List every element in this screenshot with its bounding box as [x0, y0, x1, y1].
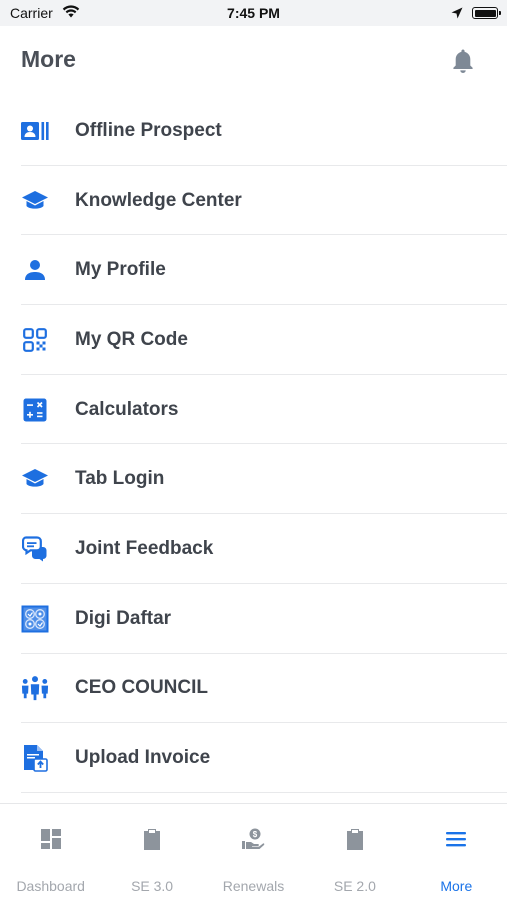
menu-item-joint-feedback[interactable]: Joint Feedback [0, 514, 507, 584]
battery-icon [472, 7, 501, 19]
menu-item-my-qr-code[interactable]: My QR Code [0, 305, 507, 375]
tab-se-3-0[interactable]: SE 3.0 [101, 804, 202, 900]
menu-icon [444, 827, 468, 851]
digi-daftar-icon [21, 605, 49, 633]
menu-item-calculators[interactable]: Calculators [0, 375, 507, 445]
chat-bubbles-icon [21, 535, 49, 563]
menu-item-knowledge-center[interactable]: Knowledge Center [0, 166, 507, 236]
page-header: More [0, 26, 507, 96]
clipboard-icon [140, 827, 164, 851]
person-icon [21, 256, 49, 284]
tab-label: SE 2.0 [333, 878, 376, 894]
status-time: 7:45 PM [227, 5, 280, 21]
menu-item-offline-prospect[interactable]: Offline Prospect [0, 96, 507, 166]
page-title: More [21, 46, 76, 72]
menu-item-label: Digi Daftar [75, 607, 172, 629]
bottom-tab-bar: Dashboard SE 3.0 $ Renewals SE 2.0 More [0, 803, 507, 900]
menu-item-digi-daftar[interactable]: Digi Daftar [0, 584, 507, 654]
tab-label: SE 3.0 [131, 878, 174, 894]
menu-item-label: Tab Login [75, 468, 165, 490]
menu-item-label: My Profile [75, 259, 166, 281]
tab-label: Renewals [222, 878, 285, 894]
svg-text:$: $ [253, 830, 258, 839]
hand-coin-icon: $ [241, 827, 265, 851]
status-bar: Carrier 7:45 PM [0, 0, 507, 26]
menu-item-label: CEO COUNCIL [75, 677, 208, 699]
menu-item-label: Calculators [75, 398, 179, 420]
qr-code-icon [21, 326, 49, 354]
dashboard-icon [39, 827, 63, 851]
menu-item-tab-login[interactable]: Tab Login [0, 444, 507, 514]
menu-item-label: My QR Code [75, 328, 188, 350]
menu-item-label: Upload Invoice [75, 747, 211, 769]
tab-more[interactable]: More [406, 804, 507, 900]
menu-item-ceo-council[interactable]: CEO COUNCIL [0, 654, 507, 724]
upload-document-icon [21, 744, 49, 772]
tab-dashboard[interactable]: Dashboard [0, 804, 101, 900]
notification-bell-icon[interactable] [450, 47, 476, 75]
location-arrow-icon [451, 6, 463, 24]
menu-item-my-profile[interactable]: My Profile [0, 235, 507, 305]
tab-renewals[interactable]: $ Renewals [203, 804, 304, 900]
more-menu-list: Offline Prospect Knowledge Center My Pro… [0, 96, 507, 793]
graduation-cap-icon [21, 187, 49, 215]
graduation-cap-icon [21, 465, 49, 493]
id-card-icon [21, 117, 49, 145]
tab-label: Dashboard [16, 878, 85, 894]
team-icon [21, 674, 49, 702]
menu-item-upload-invoice[interactable]: Upload Invoice [0, 723, 507, 793]
clipboard-icon [343, 827, 367, 851]
menu-item-label: Knowledge Center [75, 189, 242, 211]
tab-se-2-0[interactable]: SE 2.0 [304, 804, 405, 900]
menu-item-label: Joint Feedback [75, 537, 214, 559]
tab-label: More [440, 878, 473, 894]
menu-item-label: Offline Prospect [75, 119, 222, 141]
calculator-icon [21, 396, 49, 424]
